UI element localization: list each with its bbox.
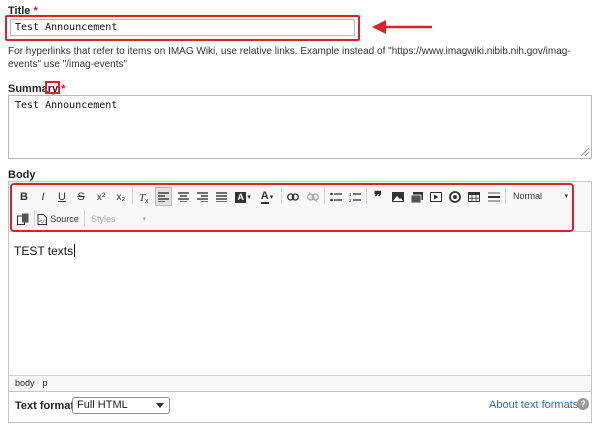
svg-text:?: ? — [580, 399, 586, 409]
chevron-down-icon — [156, 403, 164, 408]
body-label: Body — [8, 169, 36, 181]
text-format-label: Text format — [15, 400, 75, 412]
text-caret — [74, 244, 76, 257]
highlight-box-required — [45, 81, 60, 94]
summary-textarea[interactable]: Test Announcement — [8, 95, 592, 159]
required-marker: * — [61, 83, 66, 95]
path-item-body[interactable]: body — [15, 378, 35, 388]
path-item-p[interactable]: p — [43, 378, 48, 388]
editor-text: TEST texts — [14, 244, 74, 258]
editor-content[interactable]: TEST texts — [14, 244, 76, 258]
help-question-icon[interactable]: ? — [577, 398, 589, 410]
help-text: For hyperlinks that refer to items on IM… — [8, 46, 571, 70]
about-text-formats-link[interactable]: About text formats — [489, 399, 578, 411]
text-format-select[interactable]: Full HTML — [72, 397, 170, 414]
highlight-box-toolbar — [10, 183, 574, 232]
text-format-selected: Full HTML — [77, 399, 128, 411]
arrow-left-annotation-icon — [372, 20, 432, 34]
element-path-bar: body p — [9, 375, 591, 391]
resize-grip-icon[interactable] — [581, 148, 589, 156]
highlight-box-title — [5, 15, 360, 41]
summary-text: Test Announcement — [15, 100, 118, 111]
